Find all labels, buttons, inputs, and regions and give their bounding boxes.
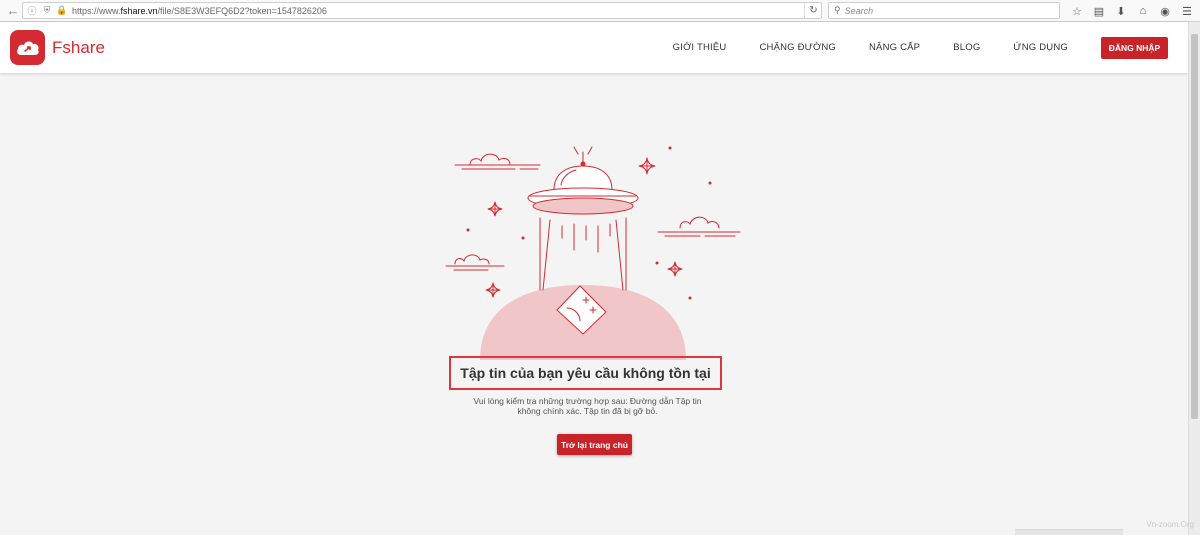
- info-icon[interactable]: ⓘ: [26, 4, 38, 17]
- pocket-icon[interactable]: ◉: [1154, 3, 1176, 19]
- error-title: Tập tin của bạn yêu cầu không tồn tại: [460, 365, 711, 381]
- page-scrollbar[interactable]: [1188, 22, 1200, 535]
- reload-icon[interactable]: ↻: [804, 3, 822, 18]
- download-icon[interactable]: ⬇: [1110, 3, 1132, 19]
- search-placeholder: Search: [844, 5, 874, 16]
- search-input[interactable]: ⚲ Search: [828, 2, 1060, 19]
- fshare-logo-icon[interactable]: [10, 30, 45, 65]
- address-bar[interactable]: ⓘ ⛨ 🔒 https://www.fshare.vn/file/S8E3W3E…: [22, 2, 822, 19]
- url-text[interactable]: https://www.fshare.vn/file/S8E3W3EFQ6D2?…: [72, 6, 327, 16]
- watermark-text: Vn-zoom.Org: [1146, 520, 1194, 529]
- nav-item-ung-dung[interactable]: ỨNG DỤNG: [1013, 42, 1068, 53]
- login-button[interactable]: ĐĂNG NHẬP: [1101, 36, 1168, 59]
- logo-text[interactable]: Fshare: [52, 38, 105, 58]
- back-arrow-icon[interactable]: ←: [4, 2, 22, 20]
- lock-icon: 🔒: [56, 5, 68, 15]
- shield-icon[interactable]: ⛨: [41, 5, 53, 16]
- browser-toolbar: ← ⓘ ⛨ 🔒 https://www.fshare.vn/file/S8E3W…: [0, 0, 1200, 22]
- site-header: Fshare GIỚI THIỆU CHẶNG ĐƯỜNG NÂNG CẤP B…: [0, 22, 1188, 73]
- scrollbar-thumb[interactable]: [1191, 34, 1198, 419]
- nav-item-blog[interactable]: BLOG: [953, 42, 980, 53]
- back-to-home-button[interactable]: Trở lại trang chủ: [557, 434, 632, 455]
- error-title-highlight: Tập tin của bạn yêu cầu không tồn tại: [449, 356, 722, 390]
- bottom-tooltip-edge: [1015, 529, 1123, 535]
- nav-item-gioi-thieu[interactable]: GIỚI THIỆU: [673, 42, 727, 53]
- ufo-illustration: [445, 146, 741, 360]
- home-icon[interactable]: ⌂: [1132, 3, 1154, 19]
- nav-item-chang-duong[interactable]: CHẶNG ĐƯỜNG: [759, 42, 836, 53]
- main-nav: GIỚI THIỆU CHẶNG ĐƯỜNG NÂNG CẤP BLOG ỨNG…: [673, 22, 1188, 73]
- nav-item-nang-cap[interactable]: NÂNG CẤP: [869, 42, 920, 53]
- search-icon: ⚲: [834, 5, 841, 15]
- bookmark-star-icon[interactable]: ☆: [1066, 3, 1088, 19]
- browser-tools: ☆ ▤ ⬇ ⌂ ◉ ☰: [1066, 3, 1198, 19]
- reading-list-icon[interactable]: ▤: [1088, 3, 1110, 19]
- error-description: Vui lòng kiểm tra những trường hợp sau: …: [473, 396, 702, 416]
- menu-icon[interactable]: ☰: [1176, 3, 1198, 19]
